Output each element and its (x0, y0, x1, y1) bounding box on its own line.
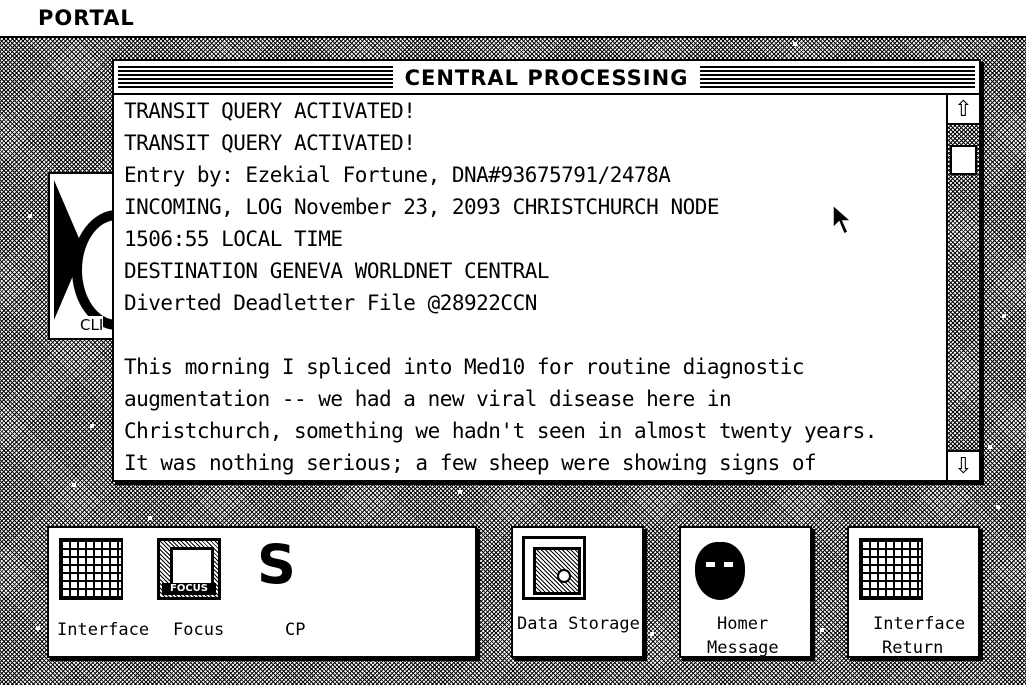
menu-bar: PORTAL (0, 0, 1026, 38)
desktop-speck (996, 505, 1000, 509)
message-line: It was nothing serious; a few sheep were… (124, 451, 817, 475)
desktop-speck (1002, 314, 1006, 318)
interface-return-panel: Interface Return (847, 526, 980, 658)
focus-tool[interactable]: FOCUS Focus (157, 536, 237, 646)
central-processing-window: CENTRAL PROCESSING TRANSIT QUERY ACTIVAT… (112, 59, 981, 482)
message-line: Christchurch, something we hadn't seen i… (124, 419, 877, 443)
homer-message-panel: Homer Message (679, 526, 812, 658)
message-text-area[interactable]: TRANSIT QUERY ACTIVATED! TRANSIT QUERY A… (114, 95, 946, 480)
face-portrait-icon (695, 542, 745, 600)
lock-icon (557, 569, 571, 583)
homer-label-line1: Homer (717, 614, 769, 634)
homer-label-line2: Message (707, 638, 779, 658)
desktop-speck (820, 628, 824, 632)
desktop-speck (148, 516, 152, 520)
message-line: This morning I spliced into Med10 for ro… (124, 355, 805, 379)
interface-return-label-line2: Return (882, 638, 944, 658)
desktop-speck (650, 632, 654, 636)
tool-panel-main: Interface FOCUS Focus S CP (47, 526, 477, 658)
message-line: Entry by: Ezekial Fortune, DNA#93675791/… (124, 163, 671, 187)
window-titlebar[interactable]: CENTRAL PROCESSING (114, 61, 979, 95)
desktop-speck (72, 483, 76, 487)
cp-tool[interactable]: S CP (253, 536, 333, 646)
safe-icon (522, 536, 586, 600)
data-storage-tool[interactable]: Data Storage (515, 536, 641, 646)
interface-label: Interface (57, 620, 150, 640)
desktop-speck (36, 626, 40, 630)
focus-icon: FOCUS (157, 538, 221, 600)
desktop-speck (988, 445, 992, 449)
message-line: INCOMING, LOG November 23, 2093 CHRISTCH… (124, 195, 720, 219)
desktop-speck (793, 42, 797, 46)
cp-logo-icon: S (257, 533, 296, 596)
message-line: TRANSIT QUERY ACTIVATED! (124, 131, 416, 155)
scroll-thumb[interactable] (950, 145, 977, 175)
cp-label: CP (285, 620, 306, 640)
interface-grid-icon (59, 538, 123, 600)
homer-message-tool[interactable]: Homer Message (683, 536, 809, 658)
interface-tool[interactable]: Interface (57, 536, 149, 646)
data-storage-label: Data Storage (517, 614, 640, 634)
message-line: TRANSIT QUERY ACTIVATED! (124, 99, 416, 123)
focus-icon-text: FOCUS (162, 583, 216, 595)
vertical-scrollbar[interactable]: ⇧ ⇩ (946, 95, 979, 480)
scroll-up-arrow-icon[interactable]: ⇧ (948, 95, 979, 125)
window-title: CENTRAL PROCESSING (392, 64, 701, 92)
desktop-speck (458, 490, 462, 494)
background-icon-label: CLI (80, 316, 104, 334)
interface-return-grid-icon (859, 538, 923, 600)
interface-return-label-line1: Interface (873, 614, 966, 634)
desktop-speck (28, 214, 32, 218)
focus-label: Focus (173, 620, 225, 640)
message-line: augmentation -- we had a new viral disea… (124, 387, 732, 411)
scroll-down-arrow-icon[interactable]: ⇩ (948, 450, 979, 480)
message-line: DESTINATION GENEVA WORLDNET CENTRAL (124, 259, 550, 283)
desktop-speck (90, 424, 94, 428)
menu-title-portal[interactable]: PORTAL (38, 6, 135, 30)
interface-return-tool[interactable]: Interface Return (851, 536, 977, 658)
message-line: 1506:55 LOCAL TIME (124, 227, 343, 251)
data-storage-panel: Data Storage (511, 526, 644, 658)
message-line: Diverted Deadletter File @28922CCN (124, 291, 537, 315)
mouse-pointer-icon (832, 204, 852, 236)
